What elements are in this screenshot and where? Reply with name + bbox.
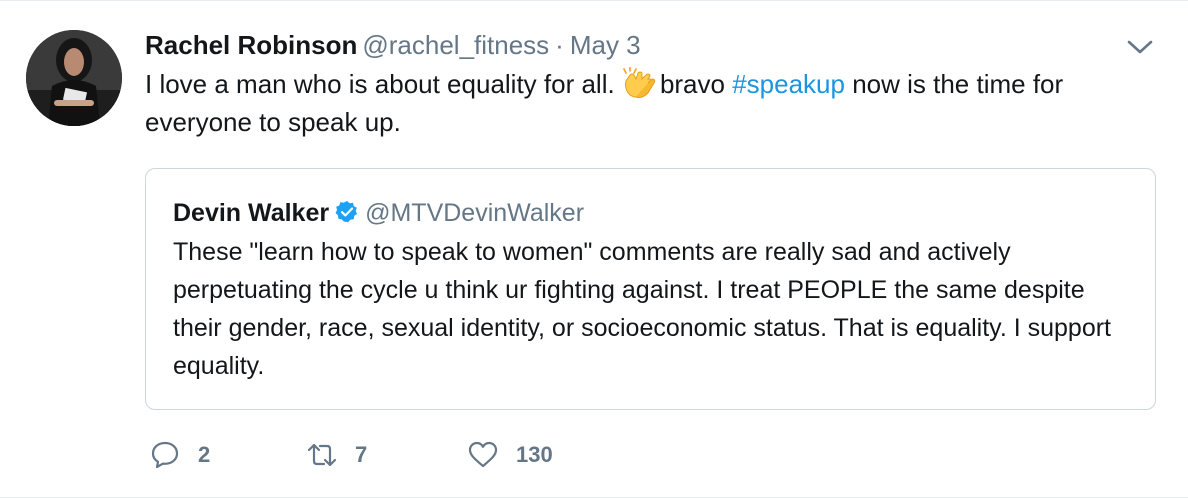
retweet-icon [307,443,337,467]
like-button[interactable]: 130 [468,437,553,473]
chevron-down-icon[interactable] [1126,37,1154,57]
reply-button[interactable]: 2 [150,437,210,473]
quoted-tweet-text: These "learn how to speak to women" comm… [173,238,1111,380]
quoted-tweet[interactable]: Devin Walker @MTVDevinWalker These "lear… [145,168,1156,410]
clapping-hands-icon [622,66,658,99]
avatar-image [26,30,122,126]
author-name[interactable]: Rachel Robinson [145,30,357,60]
tweet[interactable]: Rachel Robinson @rachel_fitness · May 3 I l… [0,0,1188,498]
tweet-text: I love a man who is about equality for a… [145,65,1165,141]
quoted-author-name: Devin Walker [173,199,330,227]
reply-count: 2 [198,442,211,467]
retweet-button[interactable]: 7 [307,437,367,473]
quoted-author-handle: @MTVDevinWalker [365,199,585,227]
retweet-count: 7 [355,442,368,467]
quoted-tweet-header: Devin Walker @MTVDevinWalker [173,197,584,229]
tweet-date[interactable]: May 3 [570,30,641,60]
avatar[interactable] [26,30,122,126]
tweet-actions: 2 7 130 [150,437,750,473]
heart-icon [468,441,498,468]
tweet-header: Rachel Robinson @rachel_fitness · May 3 [145,29,641,61]
tweet-text-part1: I love a man who is about equality for a… [145,69,622,99]
hashtag-link[interactable]: #speakup [732,69,845,99]
separator-dot: · [555,30,564,60]
tweet-text-part2: bravo [659,69,733,99]
verified-badge-icon [335,200,359,224]
author-handle[interactable]: @rachel_fitness [362,30,549,60]
like-count: 130 [516,442,553,467]
reply-icon [151,441,179,469]
